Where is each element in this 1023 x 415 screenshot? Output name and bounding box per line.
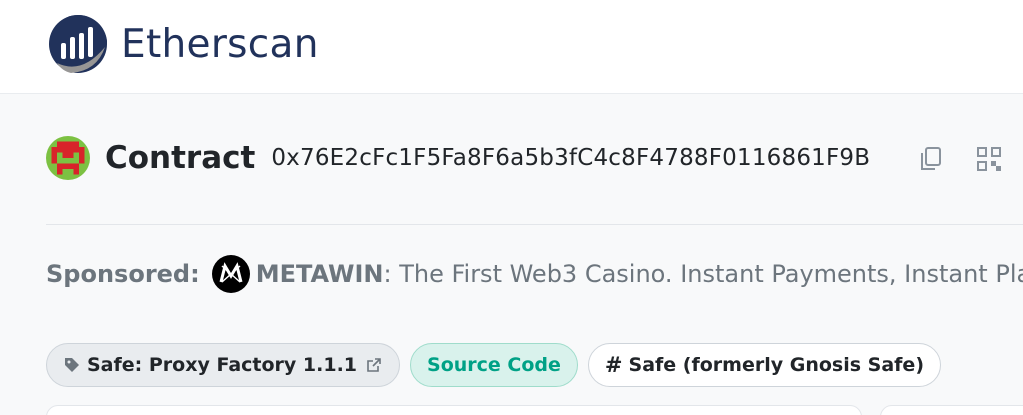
etherscan-logo[interactable]: Etherscan xyxy=(47,12,319,76)
source-code-badge[interactable]: Source Code xyxy=(410,343,578,387)
sponsor-text[interactable]: : The First Web3 Casino. Instant Payment… xyxy=(383,260,1023,288)
section-divider xyxy=(46,224,1023,225)
external-link-icon[interactable] xyxy=(365,356,383,374)
contract-avatar xyxy=(46,136,90,180)
site-header: Etherscan xyxy=(0,0,1023,94)
etherscan-logo-icon xyxy=(49,14,107,73)
tag-icon xyxy=(65,358,79,372)
name-tag-label: Safe: Proxy Factory 1.1.1 xyxy=(87,354,358,376)
contract-heading: Contract 0x76E2cFc1F5Fa8F6a5b3fC4c8F4788… xyxy=(46,136,1023,180)
more-info-card xyxy=(880,405,1023,415)
name-tag-badge[interactable]: Safe: Proxy Factory 1.1.1 xyxy=(46,343,401,387)
overview-card xyxy=(46,405,862,415)
sponsored-label: Sponsored: xyxy=(46,260,200,288)
sponsor-brand[interactable]: METAWIN xyxy=(256,260,384,288)
sponsored-banner[interactable]: Sponsored: METAWIN : The First Web3 Casi… xyxy=(46,254,1023,294)
contract-title: Contract xyxy=(105,140,256,176)
contract-tags: Safe: Proxy Factory 1.1.1 Source Code # … xyxy=(46,342,951,388)
label-tag-badge[interactable]: # Safe (formerly Gnosis Safe) xyxy=(587,343,942,387)
source-code-label: Source Code xyxy=(427,354,561,376)
contract-address: 0x76E2cFc1F5Fa8F6a5b3fC4c8F4788F0116861F… xyxy=(271,145,871,171)
qr-code-icon[interactable] xyxy=(974,144,1004,174)
label-tag-label: Safe (formerly Gnosis Safe) xyxy=(628,354,925,376)
metawin-logo-icon xyxy=(211,255,250,293)
copy-icon[interactable] xyxy=(916,144,946,174)
hashtag-icon: # xyxy=(604,353,623,377)
logo-text: Etherscan xyxy=(121,21,319,67)
